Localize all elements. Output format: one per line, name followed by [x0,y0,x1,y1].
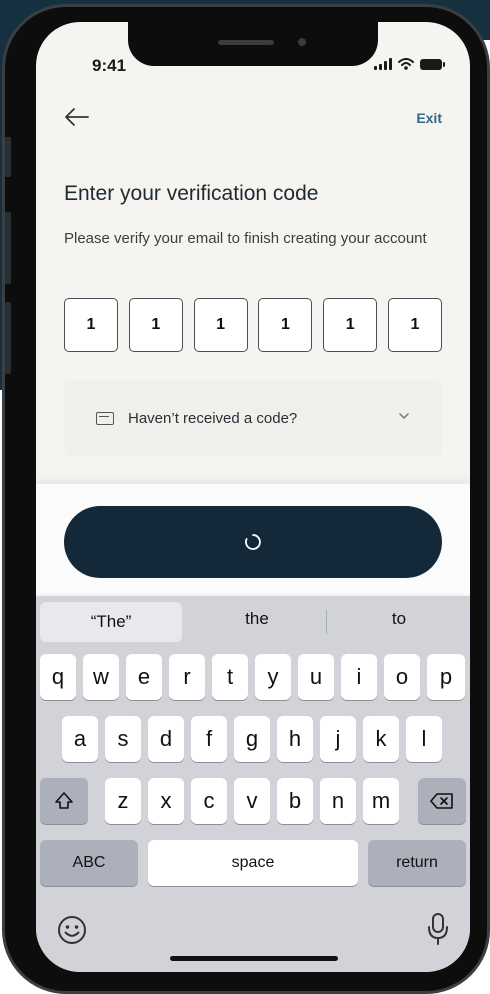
home-indicator [170,956,338,961]
return-key[interactable]: return [368,840,466,886]
key-j[interactable]: j [320,716,356,762]
key-y[interactable]: y [255,654,291,700]
shift-icon [55,792,73,809]
key-c[interactable]: c [191,778,227,824]
key-d[interactable]: d [148,716,184,762]
battery-icon [420,58,445,70]
key-b[interactable]: b [277,778,313,824]
back-arrow-icon[interactable] [64,106,90,128]
key-n[interactable]: n [320,778,356,824]
volume-down-button [5,302,11,374]
key-k[interactable]: k [363,716,399,762]
key-m[interactable]: m [363,778,399,824]
volume-up-button [5,212,11,284]
key-a[interactable]: a [62,716,98,762]
space-key[interactable]: space [148,840,358,886]
submit-button[interactable] [64,506,442,578]
signal-icon [374,58,392,70]
code-digit-2[interactable]: 1 [128,298,183,352]
phone-screen: 9:41 Exit Enter your verification code P… [36,22,470,972]
key-v[interactable]: v [234,778,270,824]
key-w[interactable]: w [83,654,119,700]
chevron-down-icon [399,413,409,419]
key-u[interactable]: u [298,654,334,700]
suggestion-bar: “The” the to [36,596,470,642]
key-e[interactable]: e [126,654,162,700]
shift-key[interactable] [40,778,88,824]
suggestion-2[interactable]: the [186,596,328,642]
suggestion-3[interactable]: to [328,596,470,642]
mail-icon [96,411,114,425]
abc-key[interactable]: ABC [40,840,138,886]
status-time: 9:41 [92,56,127,75]
key-f[interactable]: f [191,716,227,762]
key-i[interactable]: i [341,654,377,700]
backspace-icon [430,793,453,809]
key-p[interactable]: p [427,654,465,700]
notch [128,22,378,66]
keyboard: “The” the to q w e r t y u i o p a s d f… [36,596,470,972]
key-q[interactable]: q [40,654,76,700]
key-x[interactable]: x [148,778,184,824]
page-title: Enter your verification code [64,182,319,205]
backspace-key[interactable] [418,778,466,824]
suggestion-divider [326,610,327,634]
key-z[interactable]: z [105,778,141,824]
silent-switch [5,137,11,177]
wifi-icon [398,58,414,70]
key-l[interactable]: l [406,716,442,762]
key-s[interactable]: s [105,716,141,762]
key-g[interactable]: g [234,716,270,762]
code-digit-1[interactable]: 1 [64,298,118,352]
speaker [218,40,274,45]
key-h[interactable]: h [277,716,313,762]
key-o[interactable]: o [384,654,420,700]
key-t[interactable]: t [212,654,248,700]
resend-code-label: Haven’t received a code? [128,409,298,427]
resend-code-accordion[interactable]: Haven’t received a code? [64,380,442,456]
loading-spinner-icon [245,534,261,550]
page-subtitle: Please verify your email to finish creat… [64,230,427,247]
suggestion-1[interactable]: “The” [40,602,182,642]
camera [298,38,306,46]
key-r[interactable]: r [169,654,205,700]
microphone-icon[interactable] [426,912,450,946]
status-icons [374,58,445,70]
exit-link[interactable]: Exit [416,110,442,126]
code-digit-5[interactable]: 1 [323,298,378,352]
verification-code-inputs: 1 1 1 1 1 1 [64,298,442,352]
code-digit-3[interactable]: 1 [193,298,248,352]
code-digit-4[interactable]: 1 [258,298,313,352]
emoji-icon[interactable] [56,914,88,946]
code-digit-6[interactable]: 1 [387,298,442,352]
